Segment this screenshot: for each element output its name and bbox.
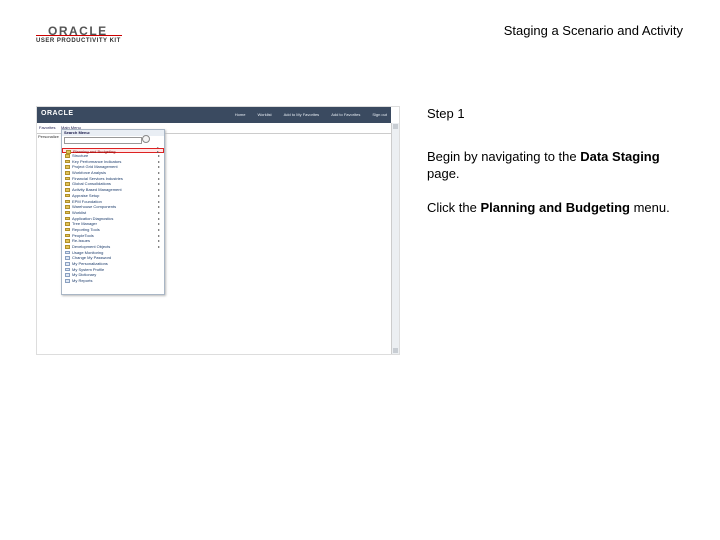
menu-item-label: Structure — [72, 153, 89, 158]
menu-item-label: Warehouse Components — [72, 204, 117, 210]
instruction2-end: menu. — [629, 200, 670, 215]
menu-item-label: Development Objects — [72, 244, 111, 249]
folder-icon — [65, 227, 70, 232]
instruction1-end: page. — [427, 166, 460, 181]
folder-icon — [65, 199, 70, 203]
page-icon — [65, 267, 70, 272]
folder-icon — [65, 182, 70, 186]
step-label: Step 1 — [427, 106, 465, 121]
page-icon — [65, 279, 70, 283]
logo-rule — [36, 35, 122, 36]
menu-item-label: Key Performance Indicators — [72, 158, 122, 164]
menu-item-label: Usage Monitoring — [72, 249, 104, 255]
scroll-up-icon[interactable] — [393, 124, 398, 129]
folder-icon — [65, 188, 70, 192]
main-menu-dropdown: Search Menu: ⌄ Planning and Budgeting ▸ St… — [61, 129, 165, 295]
nav-link[interactable]: Add to Favorites — [331, 112, 360, 117]
nav-link[interactable]: Home — [235, 112, 246, 117]
menu-item-label: EPM Foundation — [72, 198, 102, 204]
folder-icon — [65, 239, 70, 243]
instruction-navigate: Begin by navigating to the Data Staging … — [427, 148, 689, 182]
nav-link[interactable]: Worklist — [257, 112, 271, 117]
menu-item-label: My Reports — [72, 278, 93, 284]
oracle-upk-logo: ORACLE USER PRODUCTIVITY KIT — [36, 24, 126, 48]
menu-item-label: My Personalizations — [72, 261, 108, 267]
menu-item-label: PeopleTools — [72, 232, 94, 238]
menu-item-label: Re-Issues — [72, 238, 91, 244]
menu-items: Planning and Budgeting ▸ Structure ▸ Key Per… — [62, 148, 164, 284]
personalize-label: Personalize — [38, 134, 59, 139]
menu-item-label: Project Grid Management — [72, 164, 118, 170]
menu-item-label: Financial Services Industries — [72, 175, 123, 181]
folder-icon — [65, 210, 70, 215]
page-title: Staging a Scenario and Activity — [503, 23, 683, 38]
folder-icon — [65, 245, 70, 249]
menu-search-input[interactable] — [64, 137, 142, 144]
logo-product: USER PRODUCTIVITY KIT — [36, 38, 121, 44]
page-icon — [65, 250, 70, 255]
menu-item-label: Change My Password — [72, 255, 112, 261]
nav-link[interactable]: Sign out — [372, 112, 387, 117]
page-icon — [65, 273, 70, 277]
folder-icon — [65, 154, 70, 158]
scroll-down-icon[interactable] — [393, 348, 398, 353]
instruction-click: Click the Planning and Budgeting menu. — [427, 199, 689, 216]
app-logo: ORACLE — [41, 110, 74, 117]
menu-item-label: My System Profile — [72, 266, 105, 272]
favorites-link[interactable]: Favorites — [39, 125, 55, 130]
menu-item-label: Reporting Tools — [72, 226, 100, 232]
screenshot-panel: ORACLE Home Worklist Add to My Favorites Ad… — [36, 106, 400, 355]
folder-icon — [65, 176, 70, 181]
folder-icon — [65, 171, 70, 175]
menu-item-label: Global Consolidations — [72, 181, 111, 187]
folder-icon — [65, 222, 70, 226]
menu-item-label: Application Diagnostics — [72, 215, 114, 221]
page-icon — [65, 256, 70, 260]
instruction1-bold: Data Staging — [580, 149, 660, 164]
instruction2-text: Click the — [427, 200, 481, 215]
folder-icon — [65, 193, 70, 198]
instruction1-text: Begin by navigating to the — [427, 149, 581, 164]
menu-item-label: Tree Manager — [72, 221, 97, 227]
nav-link[interactable]: Add to My Favorites — [284, 112, 320, 117]
folder-icon — [65, 159, 70, 164]
menu-item-label: My Dictionary — [72, 272, 97, 278]
menu-item-label: Workforce Analysis — [72, 170, 106, 176]
menu-item-label: Activity Based Management — [72, 187, 122, 193]
folder-icon — [65, 205, 70, 209]
menu-item-label: Appraise Setup — [72, 192, 100, 198]
instruction2-bold: Planning and Budgeting — [480, 200, 630, 215]
folder-icon — [65, 233, 70, 238]
menu-item[interactable]: My Reports — [62, 278, 164, 284]
page-icon — [65, 262, 70, 266]
app-header: ORACLE Home Worklist Add to My Favorites Ad… — [37, 107, 391, 123]
app-nav: Home Worklist Add to My Favorites Add to Fa… — [223, 112, 387, 117]
search-icon[interactable] — [142, 135, 150, 143]
folder-icon — [65, 165, 70, 169]
menu-item-label: Worklist — [72, 209, 87, 215]
folder-icon — [65, 216, 70, 221]
scrollbar[interactable] — [391, 123, 399, 354]
